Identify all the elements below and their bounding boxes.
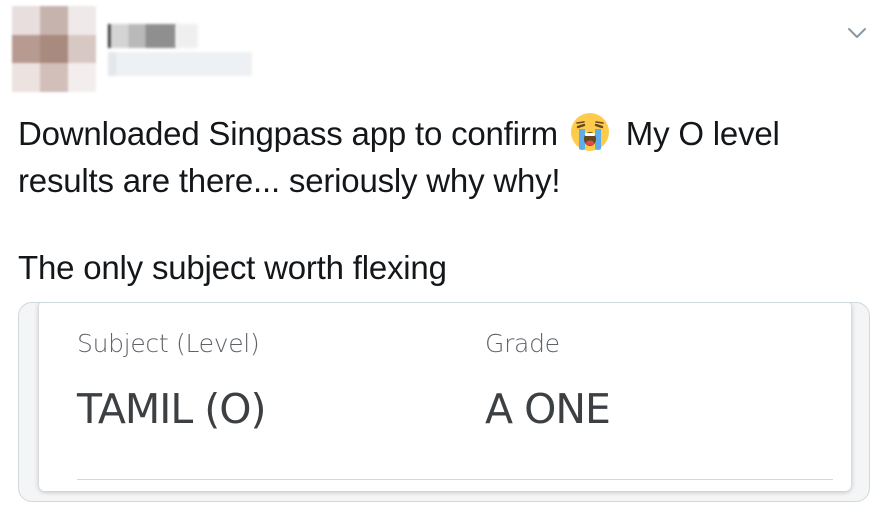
tweet-text: Downloaded Singpass app to confirm My O … xyxy=(18,110,858,291)
subject-value: TAMIL (O) xyxy=(77,385,267,433)
tweet-line-1: Downloaded Singpass app to confirm My O … xyxy=(18,110,858,157)
more-options-button[interactable] xyxy=(845,22,869,44)
avatar[interactable] xyxy=(12,6,96,92)
tweet-line-1-end: My O level xyxy=(625,115,780,152)
grade-value: A ONE xyxy=(485,385,611,433)
display-name-redacted[interactable] xyxy=(108,24,176,48)
subject-level-header: Subject (Level) xyxy=(77,329,260,358)
display-name-redacted-extension xyxy=(176,24,198,48)
row-divider xyxy=(77,479,833,480)
results-card: Subject (Level) Grade TAMIL (O) A ONE xyxy=(39,303,851,491)
tweet-media-image[interactable]: Subject (Level) Grade TAMIL (O) A ONE xyxy=(18,302,870,502)
tweet-line-1-start: Downloaded Singpass app to confirm xyxy=(18,115,558,152)
grade-header: Grade xyxy=(485,329,560,358)
chevron-down-icon xyxy=(848,28,866,38)
user-handle-redacted[interactable] xyxy=(108,52,252,76)
tweet-line-3: The only subject worth flexing xyxy=(18,249,447,286)
tweet-line-2: results are there... seriously why why! xyxy=(18,162,561,199)
loudly-crying-face-icon xyxy=(570,113,609,151)
